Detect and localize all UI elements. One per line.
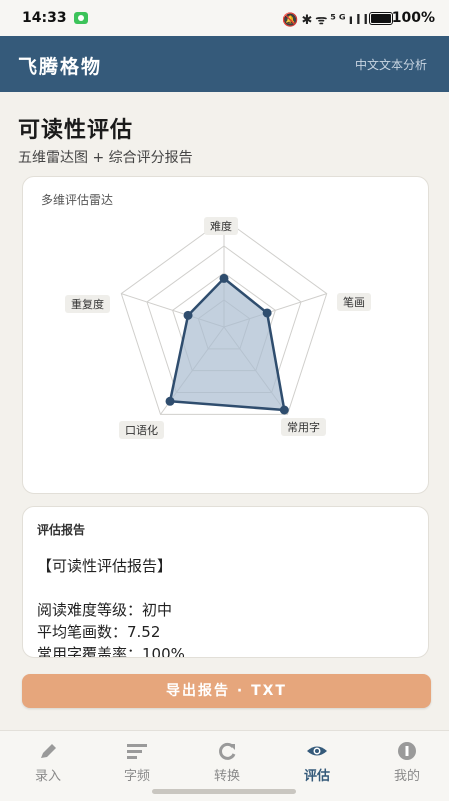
info-icon [398,742,416,760]
report-body: 【可读性评估报告】 阅读难度等级：初中 平均笔画数：7.52 常用字覆盖率：10… [37,555,417,658]
axis-label-difficulty: 难度 [204,217,238,235]
report-line-strokes: 平均笔画数：7.52 [37,623,161,641]
phone-call-icon [74,12,88,24]
report-line-level: 阅读难度等级：初中 [37,601,173,619]
tab-label: 我的 [393,769,420,784]
axis-label-colloquial: 口语化 [119,421,164,439]
radar-point [183,310,193,320]
page-title: 可读性评估 [18,118,134,143]
radar-card: 多维评估雷达 难度 笔画 常用字 口语化 重复度 [22,176,429,494]
radar-point [219,273,229,283]
status-icons: 🔕✱ᯤ⁵ᴳıll [282,13,371,28]
tab-profile[interactable]: 我的 [362,731,449,791]
radar-point [262,308,272,318]
report-card[interactable]: 评估报告 【可读性评估报告】 阅读难度等级：初中 平均笔画数：7.52 常用字覆… [22,506,429,658]
radar-series-area [168,276,286,412]
axis-label-repetition: 重复度 [65,295,110,313]
export-report-button[interactable]: 导出报告 · TXT [22,674,431,708]
app-header: 飞腾格物 中文文本分析 [0,36,449,92]
eye-icon [307,746,327,756]
tab-label: 评估 [303,769,330,784]
tab-label: 录入 [34,769,61,784]
axis-label-common-chars: 常用字 [281,418,326,436]
report-title: 评估报告 [37,523,86,537]
radar-point [279,405,289,415]
home-indicator [152,789,296,794]
status-bar: 14:33 🔕✱ᯤ⁵ᴳıll 100% [0,0,449,36]
refresh-icon [219,742,236,760]
tab-input[interactable]: 录入 [3,731,93,791]
tab-label: 字频 [123,769,150,784]
tab-frequency[interactable]: 字频 [92,731,182,791]
report-line-coverage: 常用字覆盖率：100% [37,645,185,658]
bars-icon [127,744,147,759]
battery-percent: 100% [391,10,435,26]
app-subtitle: 中文文本分析 [354,58,427,72]
tab-convert[interactable]: 转换 [182,731,272,791]
report-heading: 【可读性评估报告】 [37,557,173,575]
app-title: 飞腾格物 [18,56,103,78]
tab-evaluate[interactable]: 评估 [272,731,362,791]
battery-icon [369,12,393,25]
pen-icon [41,744,56,758]
status-time: 14:33 [22,10,67,26]
tab-label: 转换 [213,769,240,784]
radar-point [165,396,175,406]
page-subtitle: 五维雷达图 + 综合评分报告 [18,150,193,166]
axis-label-strokes: 笔画 [337,293,371,311]
